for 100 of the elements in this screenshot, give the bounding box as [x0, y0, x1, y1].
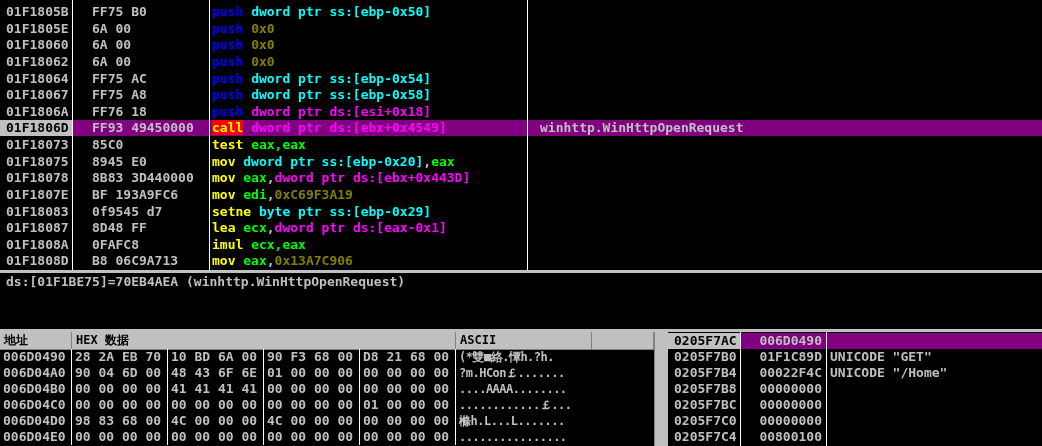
hex-cell: 00 00 00 00: [264, 397, 360, 413]
comment-cell-text: UNICODE "/Home": [829, 365, 949, 381]
ascii-cell-text: ................: [458, 429, 568, 445]
instruction: test eax,eax: [211, 137, 307, 153]
address-cell: 006D04A0: [0, 365, 72, 381]
address-cell[interactable]: 0205F7C4: [668, 429, 740, 445]
opcode-bytes: 8B83 3D440000: [91, 170, 195, 187]
opcode-bytes: 8945 E0: [91, 153, 148, 170]
instruction: push 0x0: [211, 20, 276, 37]
address-cell[interactable]: 01F18073: [0, 137, 72, 153]
column-header[interactable]: HEX 数据: [72, 332, 456, 350]
value-cell-text: 00000000: [758, 413, 823, 429]
hex-cell: 90 04 6D 00: [72, 365, 168, 381]
address-cell[interactable]: 01F1806D: [0, 120, 72, 137]
instruction: call dword ptr ds:[ebx+0x4549]: [209, 120, 527, 137]
instruction: push dword ptr ss:[ebp-0x58]: [211, 87, 433, 104]
column-header[interactable]: ASCII: [456, 332, 592, 350]
hex-cell: 90 F3 68 00: [264, 349, 360, 365]
address-cell[interactable]: 01F1807E: [0, 186, 72, 203]
address-cell[interactable]: 01F18067: [0, 87, 72, 104]
value-cell-text: 00800100: [758, 429, 823, 445]
address-cell[interactable]: 01F18060: [0, 37, 72, 54]
info-text: ds:[01F1BE75]=70EB4AEA (winhttp.WinHttpOpenRequest): [6, 274, 406, 289]
opcode-bytes: 0f9545 d7: [91, 203, 164, 220]
hex-cell: 10 BD 6A 00: [168, 349, 264, 365]
hex-cell: 00 00 00 00: [360, 365, 456, 381]
opcode-bytes: FF75 A8: [91, 87, 148, 104]
address-cell: 006D0490: [0, 349, 72, 365]
opcode-bytes: 8D48 FF: [91, 220, 148, 237]
address-cell[interactable]: 01F18064: [0, 70, 72, 87]
address-cell: 006D04B0: [0, 381, 72, 397]
address-cell: 006D04E0: [0, 429, 72, 445]
hex-cell: 4C 00 00 00: [168, 413, 264, 429]
hex-cell: 00 00 00 00: [168, 397, 264, 413]
instruction: mov edi,0xC69F3A19: [211, 186, 354, 203]
ascii-cell-text: ....AAAA........: [458, 381, 568, 397]
value-cell-text: 00022F4C: [758, 365, 823, 381]
opcode-bytes: FF93 49450000: [72, 120, 209, 137]
instruction: mov dword ptr ss:[ebp-0x20],eax: [211, 153, 456, 170]
hex-cell: 00 00 00 00: [360, 413, 456, 429]
address-cell[interactable]: 01F18087: [0, 220, 72, 237]
hex-cell: 00 00 00 00: [72, 397, 168, 413]
hex-cell: 41 41 41 41: [168, 381, 264, 397]
address-cell[interactable]: 01F18062: [0, 53, 72, 70]
opcode-bytes: FF75 B0: [91, 4, 148, 20]
instruction: mov eax,0x13A7C906: [211, 253, 354, 270]
hex-cell: 4C 00 00 00: [264, 413, 360, 429]
hex-cell: 00 00 00 00: [264, 429, 360, 445]
hex-cell: 28 2A EB 70: [72, 349, 168, 365]
address-cell[interactable]: 01F18075: [0, 153, 72, 170]
hex-cell: 00 00 00 00: [168, 429, 264, 445]
address-cell[interactable]: 01F1806A: [0, 103, 72, 120]
comment-cell-text: UNICODE "GET": [829, 349, 933, 365]
ascii-cell-text: ............￡...: [458, 397, 573, 413]
instruction: push dword ptr ss:[ebp-0x54]: [211, 70, 433, 87]
address-cell[interactable]: 01F1808A: [0, 236, 72, 253]
hex-cell: 00 00 00 00: [264, 381, 360, 397]
hex-cell: D8 21 68 00: [360, 349, 456, 365]
instruction: mov eax,dword ptr ds:[ebx+0x443D]: [211, 170, 472, 187]
column-header[interactable]: 地址: [0, 332, 72, 350]
instruction: push dword ptr ss:[ebp-0x50]: [211, 4, 433, 20]
hex-cell: 00 00 00 00: [72, 381, 168, 397]
opcode-bytes: 0FAFC8: [91, 236, 140, 253]
address-cell[interactable]: 0205F7BC: [668, 397, 740, 413]
address-cell[interactable]: 01F1808D: [0, 253, 72, 270]
value-cell: 006D0490: [740, 333, 826, 349]
hex-cell: 48 43 6F 6E: [168, 365, 264, 381]
opcode-bytes: 6A 00: [91, 37, 133, 54]
address-cell[interactable]: 01F1805E: [0, 20, 72, 37]
opcode-bytes: BF 193A9FC6: [91, 186, 180, 203]
value-cell-text: 01F1C89D: [758, 349, 823, 365]
opcode-bytes: FF75 AC: [91, 70, 148, 87]
address-cell[interactable]: 01F1805B: [0, 4, 72, 20]
address-cell[interactable]: 01F18083: [0, 203, 72, 220]
instruction: setne byte ptr ss:[ebp-0x29]: [211, 203, 433, 220]
ascii-cell-text: (*雙■絡.憛h.?h.: [458, 349, 556, 365]
opcode-bytes: 85C0: [91, 137, 125, 153]
address-cell[interactable]: 0205F7B0: [668, 349, 740, 365]
address-cell[interactable]: 0205F7B8: [668, 381, 740, 397]
address-cell[interactable]: 01F18078: [0, 170, 72, 187]
hex-cell: 00 00 00 00: [72, 429, 168, 445]
address-cell[interactable]: 0205F7AC: [668, 333, 740, 349]
value-cell-text: 00000000: [758, 381, 823, 397]
instruction: lea ecx,dword ptr ds:[eax-0x1]: [211, 220, 448, 237]
hex-cell: 98 83 68 00: [72, 413, 168, 429]
value-cell-text: 00000000: [758, 397, 823, 413]
scrollbar[interactable]: [654, 332, 668, 446]
instruction: push 0x0: [211, 37, 276, 54]
opcode-bytes: 6A 00: [91, 53, 133, 70]
ascii-cell-text: ?m.HCon￡.......: [458, 365, 566, 381]
comment-cell: winhttp.WinHttpOpenRequest: [527, 120, 1042, 137]
address-cell: 006D04C0: [0, 397, 72, 413]
hex-cell: 01 00 00 00: [264, 365, 360, 381]
instruction: push dword ptr ds:[esi+0x18]: [211, 103, 433, 120]
opcode-bytes: FF76 18: [91, 103, 148, 120]
instruction: imul ecx,eax: [211, 236, 307, 253]
hex-cell: 01 00 00 00: [360, 397, 456, 413]
address-cell[interactable]: 0205F7C0: [668, 413, 740, 429]
address-cell[interactable]: 0205F7B4: [668, 365, 740, 381]
ascii-cell-text: 樤h.L...L.......: [458, 413, 566, 429]
